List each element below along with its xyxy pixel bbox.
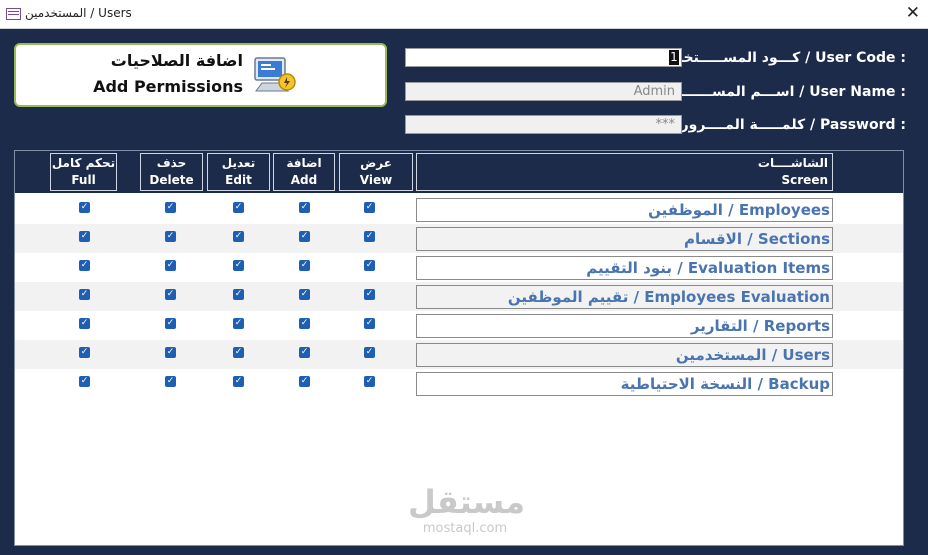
add-checkbox[interactable]: ✓: [299, 202, 310, 213]
header-add-en: Add: [290, 173, 318, 187]
user-code-value: 1: [669, 50, 679, 65]
password-field[interactable]: ***: [405, 115, 682, 134]
add-permissions-button[interactable]: اضافة الصلاحيات Add Permissions: [14, 43, 387, 107]
table-row: ✓ ✓ ✓ ✓ ✓ الموظفين / Employees: [15, 195, 903, 224]
computer-lock-icon: [254, 57, 296, 92]
header-view-ar: عرض: [360, 156, 392, 170]
view-checkbox[interactable]: ✓: [364, 231, 375, 242]
table-row: ✓ ✓ ✓ ✓ ✓ الاقسام / Sections: [15, 224, 903, 253]
view-checkbox[interactable]: ✓: [364, 347, 375, 358]
delete-checkbox[interactable]: ✓: [165, 202, 176, 213]
header-delete-ar: حذف: [156, 156, 187, 170]
edit-checkbox[interactable]: ✓: [233, 289, 244, 300]
screen-name-field[interactable]: المستخدمين / Users: [416, 343, 833, 367]
header-delete-en: Delete: [149, 173, 194, 187]
screen-name-field[interactable]: الموظفين / Employees: [416, 198, 833, 222]
add-checkbox[interactable]: ✓: [299, 347, 310, 358]
add-checkbox[interactable]: ✓: [299, 231, 310, 242]
header-edit: تعديل Edit: [207, 153, 270, 191]
edit-checkbox[interactable]: ✓: [233, 376, 244, 387]
screen-name-field[interactable]: بنود التقييم / Evaluation Items: [416, 256, 833, 280]
add-checkbox[interactable]: ✓: [299, 318, 310, 329]
edit-checkbox[interactable]: ✓: [233, 231, 244, 242]
full-checkbox[interactable]: ✓: [79, 376, 90, 387]
edit-checkbox[interactable]: ✓: [233, 260, 244, 271]
window-title: المستخدمين / Users: [25, 6, 132, 20]
form-window-icon: [6, 8, 21, 20]
table-row: ✓ ✓ ✓ ✓ ✓ التقارير / Reports: [15, 311, 903, 340]
user-code-field[interactable]: 1: [405, 48, 682, 67]
view-checkbox[interactable]: ✓: [364, 376, 375, 387]
edit-checkbox[interactable]: ✓: [233, 318, 244, 329]
full-checkbox[interactable]: ✓: [79, 260, 90, 271]
full-checkbox[interactable]: ✓: [79, 318, 90, 329]
user-name-field[interactable]: Admin: [405, 82, 682, 101]
delete-checkbox[interactable]: ✓: [165, 347, 176, 358]
header-view: عرض View: [339, 153, 413, 191]
watermark-arabic: مستقل: [408, 483, 526, 521]
header-full: تحكم كامل Full: [50, 153, 117, 191]
user-name-label: اســـم المســــــتخدم / User Name :: [649, 84, 906, 100]
header-view-en: View: [359, 173, 393, 187]
delete-checkbox[interactable]: ✓: [165, 376, 176, 387]
add-permissions-label-ar: اضافة الصلاحيات: [110, 51, 243, 70]
full-checkbox[interactable]: ✓: [79, 231, 90, 242]
edit-checkbox[interactable]: ✓: [233, 347, 244, 358]
table-row: ✓ ✓ ✓ ✓ ✓ المستخدمين / Users: [15, 340, 903, 369]
screen-name-field[interactable]: التقارير / Reports: [416, 314, 833, 338]
header-screen-ar: الشاشــــات: [757, 156, 828, 170]
delete-checkbox[interactable]: ✓: [165, 231, 176, 242]
full-checkbox[interactable]: ✓: [79, 202, 90, 213]
screen-name-field[interactable]: النسخة الاحتياطية / Backup: [416, 372, 833, 396]
delete-checkbox[interactable]: ✓: [165, 318, 176, 329]
delete-checkbox[interactable]: ✓: [165, 289, 176, 300]
add-checkbox[interactable]: ✓: [299, 376, 310, 387]
header-full-ar: تحكم كامل: [51, 156, 116, 170]
add-permissions-label-en: Add Permissions: [93, 77, 243, 96]
header-add-ar: اضافة: [286, 156, 322, 170]
header-edit-ar: تعديل: [221, 156, 256, 170]
view-checkbox[interactable]: ✓: [364, 202, 375, 213]
view-checkbox[interactable]: ✓: [364, 260, 375, 271]
password-label: كلمـــــة المــــرور / Password :: [680, 117, 906, 133]
title-bar: المستخدمين / Users ✕: [0, 0, 928, 29]
user-code-label: كـــود المســـــتخدم / User Code :: [665, 50, 906, 66]
header-screen: الشاشــــات Screen: [416, 153, 833, 191]
header-add: اضافة Add: [273, 153, 335, 191]
header-screen-en: Screen: [781, 173, 829, 187]
screen-name-field[interactable]: الاقسام / Sections: [416, 227, 833, 251]
edit-checkbox[interactable]: ✓: [233, 202, 244, 213]
delete-checkbox[interactable]: ✓: [165, 260, 176, 271]
screen-name-field[interactable]: تقييم الموظفين / Employees Evaluation: [416, 285, 833, 309]
watermark-latin: mostaql.com: [422, 521, 508, 536]
full-checkbox[interactable]: ✓: [79, 289, 90, 300]
view-checkbox[interactable]: ✓: [364, 318, 375, 329]
add-checkbox[interactable]: ✓: [299, 289, 310, 300]
close-icon[interactable]: ✕: [906, 3, 920, 23]
header-full-en: Full: [71, 173, 96, 187]
header-delete: حذف Delete: [140, 153, 203, 191]
add-checkbox[interactable]: ✓: [299, 260, 310, 271]
header-edit-en: Edit: [225, 173, 252, 187]
table-row: ✓ ✓ ✓ ✓ ✓ تقييم الموظفين / Employees Evaluati…: [15, 282, 903, 311]
view-checkbox[interactable]: ✓: [364, 289, 375, 300]
table-row: ✓ ✓ ✓ ✓ ✓ النسخة الاحتياطية / Backup: [15, 369, 903, 398]
watermark: مستقل mostaql.com: [408, 483, 526, 536]
main-panel: اضافة الصلاحيات Add Permissions كـــود ا…: [0, 29, 928, 555]
table-row: ✓ ✓ ✓ ✓ ✓ بنود التقييم / Evaluation Items: [15, 253, 903, 282]
full-checkbox[interactable]: ✓: [79, 347, 90, 358]
grid-header: تحكم كامل Full حذف Delete تعديل Edit اضا…: [15, 151, 903, 193]
